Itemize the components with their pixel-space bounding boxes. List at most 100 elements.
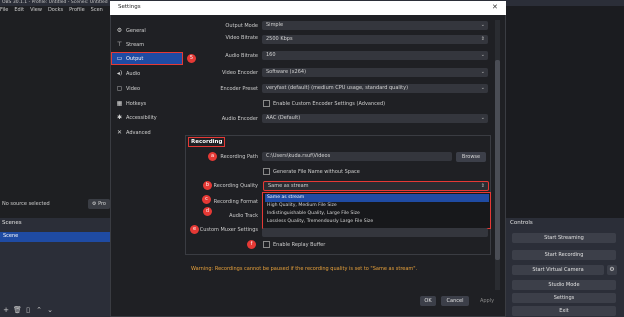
- chevron-updown-icon: ⇕: [480, 183, 485, 189]
- nav-audio[interactable]: ◂) Audio: [112, 68, 182, 79]
- quality-option[interactable]: Same as stream: [265, 194, 489, 202]
- apply-button[interactable]: Apply: [474, 296, 500, 306]
- annotation-badge-audio-track: d: [203, 207, 212, 216]
- nav-video-label: Video: [126, 86, 141, 92]
- custom-encoder-label: Enable Custom Encoder Settings (Advanced…: [273, 101, 386, 107]
- menu-view[interactable]: View: [30, 7, 42, 13]
- dialog-title: Settings: [118, 4, 141, 10]
- chevron-down-icon: ⌄: [480, 22, 485, 28]
- audio-encoder-select[interactable]: AAC (Default) ⌄: [262, 114, 488, 123]
- checkbox-box: [263, 241, 270, 248]
- menu-scene-collection[interactable]: Scen: [91, 7, 103, 13]
- exit-button[interactable]: Exit: [512, 306, 616, 316]
- source-status: No source selected: [2, 201, 50, 207]
- chevron-down-icon: ⌄: [480, 52, 485, 58]
- studio-mode-button[interactable]: Studio Mode: [512, 280, 616, 290]
- properties-label: Pro: [98, 201, 106, 207]
- scene-item-label: Scene: [3, 233, 19, 239]
- checkbox-box: [263, 100, 270, 107]
- scrollbar-thumb[interactable]: [495, 60, 500, 260]
- annotation-badge-replay: f: [247, 240, 256, 249]
- nav-output[interactable]: ▭ Output: [111, 52, 183, 65]
- ok-button[interactable]: OK: [420, 296, 436, 306]
- annotation-badge-quality: b: [203, 181, 212, 190]
- filter-icon[interactable]: ▯: [24, 306, 32, 314]
- trash-icon[interactable]: 🗑: [13, 306, 22, 314]
- nav-hotkeys[interactable]: ▦ Hotkeys: [112, 98, 182, 109]
- output-mode-label: Output Mode: [225, 23, 258, 29]
- custom-muxer-label: Custom Muxer Settings: [199, 227, 258, 233]
- nav-general-label: General: [126, 28, 146, 34]
- scenes-header: Scenes: [2, 220, 22, 226]
- scene-list-item[interactable]: Scene: [0, 232, 110, 242]
- chevron-down-icon: ⌄: [480, 85, 485, 91]
- properties-button[interactable]: ⚙ Pro: [88, 199, 110, 209]
- chevron-down-icon: ⌄: [480, 69, 485, 75]
- annotation-badge-format: c: [202, 195, 211, 204]
- recording-path-value: C:\Users\kuda.rsuf\Videos: [266, 153, 331, 159]
- video-encoder-label: Video Encoder: [221, 70, 258, 76]
- obs-window-title: OBS 30.1.1 - Profile: Untitled - Scenes:…: [2, 0, 108, 5]
- menu-profile[interactable]: Profile: [69, 7, 85, 13]
- custom-encoder-checkbox[interactable]: Enable Custom Encoder Settings (Advanced…: [263, 100, 385, 107]
- nav-stream-label: Stream: [126, 42, 145, 48]
- chevron-down-icon[interactable]: ⌄: [46, 306, 54, 314]
- quality-option[interactable]: High Quality, Medium File Size: [265, 202, 489, 210]
- browse-button[interactable]: Browse: [456, 152, 486, 162]
- nav-video[interactable]: ▢ Video: [112, 83, 182, 94]
- menu-file[interactable]: File: [0, 7, 8, 13]
- cancel-button[interactable]: Cancel: [441, 296, 469, 306]
- start-streaming-button[interactable]: Start Streaming: [512, 233, 616, 243]
- scenes-toolbar: + 🗑 ▯ ⌃ ⌄: [2, 306, 57, 314]
- accessibility-icon: ✱: [116, 114, 123, 121]
- audio-encoder-value: AAC (Default): [266, 115, 301, 121]
- recording-quality-select[interactable]: Same as stream ⇕: [263, 181, 489, 191]
- quality-option[interactable]: Lossless Quality, Tremendously Large Fil…: [265, 218, 489, 226]
- preview-area: [506, 6, 624, 218]
- recording-quality-label: Recording Quality: [213, 183, 258, 189]
- recording-heading: Recording: [188, 137, 226, 147]
- obs-menubar: File Edit View Docks Profile Scen: [0, 7, 110, 15]
- video-bitrate-field[interactable]: 2500 Kbps ⇕: [262, 35, 488, 44]
- keyboard-icon: ▦: [116, 100, 123, 107]
- nav-output-label: Output: [126, 56, 144, 62]
- encoder-preset-value: veryfast (default) (medium CPU usage, st…: [266, 85, 409, 91]
- video-bitrate-value: 2500 Kbps: [266, 36, 293, 42]
- encoder-preset-select[interactable]: veryfast (default) (medium CPU usage, st…: [262, 84, 488, 93]
- quality-option[interactable]: Indistinguishable Quality, Large File Si…: [265, 210, 489, 218]
- nav-stream[interactable]: ⊤ Stream: [112, 39, 182, 50]
- close-icon[interactable]: ✕: [492, 3, 498, 11]
- chevron-up-icon[interactable]: ⌃: [35, 306, 43, 314]
- audio-bitrate-select[interactable]: 160 ⌄: [262, 51, 488, 60]
- video-encoder-value: Software (x264): [266, 69, 307, 75]
- generate-filename-checkbox[interactable]: Generate File Name without Space: [263, 168, 360, 175]
- recording-path-field[interactable]: C:\Users\kuda.rsuf\Videos: [262, 152, 452, 161]
- add-icon[interactable]: +: [2, 306, 10, 314]
- recording-path-label: Recording Path: [220, 154, 258, 160]
- menu-docks[interactable]: Docks: [48, 7, 63, 13]
- monitor-icon: ▢: [116, 85, 123, 92]
- generate-filename-label: Generate File Name without Space: [273, 169, 360, 175]
- custom-muxer-field[interactable]: [262, 228, 488, 237]
- start-recording-button[interactable]: Start Recording: [512, 250, 616, 260]
- audio-encoder-label: Audio Encoder: [221, 116, 258, 122]
- replay-buffer-label: Enable Replay Buffer: [273, 242, 326, 248]
- wrench-icon: ✕: [116, 129, 123, 136]
- replay-buffer-checkbox[interactable]: Enable Replay Buffer: [263, 241, 325, 248]
- annotation-badge-muxer: e: [190, 225, 199, 234]
- output-mode-select[interactable]: Simple ⌄: [262, 21, 488, 30]
- audio-track-label: Audio Track: [229, 213, 258, 219]
- menu-edit[interactable]: Edit: [14, 7, 24, 13]
- nav-advanced[interactable]: ✕ Advanced: [112, 127, 182, 138]
- nav-general[interactable]: ⚙ General: [112, 25, 182, 36]
- gear-icon[interactable]: ⚙: [607, 265, 617, 275]
- video-encoder-select[interactable]: Software (x264) ⌄: [262, 68, 488, 77]
- settings-button[interactable]: Settings: [512, 293, 616, 303]
- chevron-down-icon: ⌄: [480, 115, 485, 121]
- recording-quality-value: Same as stream: [268, 183, 309, 189]
- recording-format-label: Recording Format: [213, 199, 258, 205]
- audio-bitrate-value: 160: [266, 52, 276, 58]
- nav-accessibility[interactable]: ✱ Accessibility: [112, 112, 182, 123]
- output-icon: ▭: [116, 55, 123, 62]
- start-virtual-camera-button[interactable]: Start Virtual Camera: [512, 265, 604, 275]
